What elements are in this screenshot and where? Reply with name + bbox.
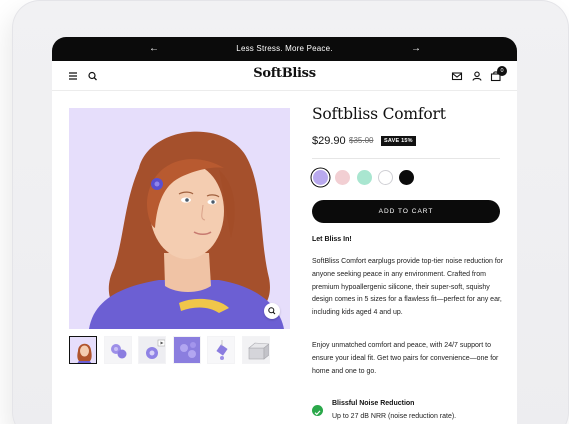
swatch-lavender[interactable] [313,170,328,185]
swatch-black[interactable] [399,170,414,185]
price-compare: $35.00 [349,136,374,145]
user-icon[interactable] [469,68,485,84]
product-description: SoftBliss Comfort earplugs provide top-t… [312,258,504,317]
feature-description: Up to 27 dB NRR (noise reduction rate). [332,413,457,420]
thumbnail-2[interactable] [104,336,132,364]
cart-count-badge: 0 [497,66,507,76]
mail-icon[interactable] [449,68,465,84]
thumbnail-3-video[interactable] [138,336,166,364]
feature-title: Blissful Noise Reduction [332,400,415,407]
announcement-bar: ← Less Stress. More Peace. → [52,37,517,61]
thumbnail-6[interactable] [242,336,270,364]
site-header: SoftBliss 0 [52,61,517,91]
gallery-thumbnails [69,336,290,366]
product-description-support: Enjoy unmatched comfort and peace, with … [312,342,499,375]
arrow-right-icon[interactable]: → [408,41,424,57]
thumbnail-1[interactable] [69,336,97,364]
price-current: $29.90 [312,135,346,147]
save-badge: SAVE 15% [381,136,416,146]
thumbnail-4[interactable] [173,336,201,364]
price-row: $29.90 $35.00 SAVE 15% [312,135,512,149]
store-screen: ← Less Stress. More Peace. → SoftBliss 0… [52,37,517,424]
product-title: Softbliss Comfort [312,105,446,123]
model-photo [69,108,290,329]
swatch-white[interactable] [378,170,393,185]
swatch-mint[interactable] [357,170,372,185]
swatch-pink[interactable] [335,170,350,185]
check-circle-icon [312,405,323,416]
product-main-image[interactable] [69,108,290,329]
add-to-cart-button[interactable]: ADD TO CART [312,200,500,223]
product-tagline: Let Bliss In! [312,236,352,243]
page: ← Less Stress. More Peace. → SoftBliss 0… [0,0,569,424]
announcement-text: Less Stress. More Peace. [236,44,333,53]
divider [312,158,500,159]
thumbnail-5[interactable] [207,336,235,364]
store-logo[interactable]: SoftBliss [52,66,517,81]
zoom-icon[interactable] [264,303,280,319]
